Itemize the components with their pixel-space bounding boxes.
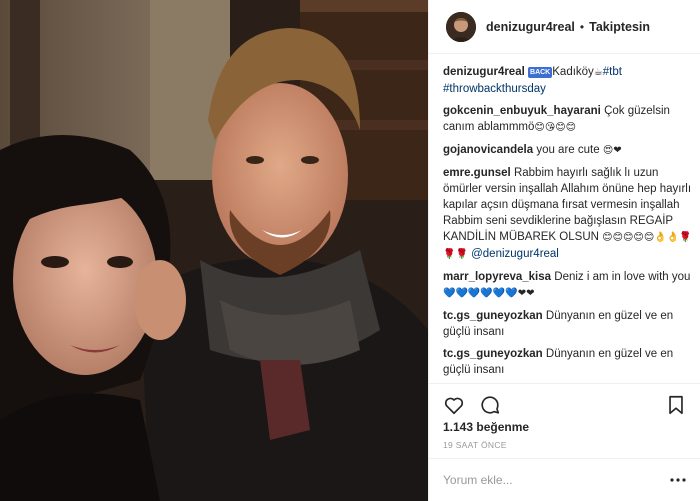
caption-hashtag-throwback[interactable]: #throwbackthursday <box>443 83 546 95</box>
header-separator: • <box>579 19 585 34</box>
avatar[interactable] <box>446 11 476 42</box>
comment-bubble-icon[interactable] <box>479 394 501 416</box>
header-username[interactable]: denizugur4real <box>486 20 575 34</box>
caption-hashtag-tbt[interactable]: #tbt <box>603 66 622 78</box>
coffee-icon: ☕ <box>593 67 603 78</box>
comment-username[interactable]: emre.gunsel <box>443 167 511 179</box>
comment-mention[interactable]: @denizugur4real <box>471 248 559 260</box>
caption: denizugur4real BACK Kadıköy☕#tbt #throwba… <box>443 64 693 97</box>
post-sidebar: denizugur4real • Takiptesin denizugur4re… <box>428 0 700 501</box>
heart-icon[interactable] <box>443 394 465 416</box>
ellipsis-icon[interactable] <box>669 471 687 489</box>
list-item: emre.gunsel Rabbim hayırlı sağlık lı uzu… <box>443 165 693 263</box>
list-item: marr_lopyreva_kisa Deniz i am in love wi… <box>443 269 693 302</box>
caption-location: Kadıköy <box>552 66 594 78</box>
comment-text: Deniz i am in love with you <box>554 271 691 283</box>
post-photo[interactable] <box>0 0 428 501</box>
comment-username[interactable]: tc.gs_guneyozkan <box>443 310 543 322</box>
add-comment-bar <box>429 458 700 501</box>
comments-list[interactable]: denizugur4real BACK Kadıköy☕#tbt #throwba… <box>443 64 693 382</box>
caption-username[interactable]: denizugur4real <box>443 66 525 78</box>
list-item: gokcenin_enbuyuk_hayarani Çok güzelsin c… <box>443 103 693 136</box>
comment-username[interactable]: gojanovicandela <box>443 144 533 156</box>
selfie-photo-illustration <box>0 0 428 501</box>
comment-input[interactable] <box>443 473 669 487</box>
post-header: denizugur4real • Takiptesin <box>429 0 700 54</box>
bookmark-icon[interactable] <box>665 394 687 416</box>
comment-username[interactable]: marr_lopyreva_kisa <box>443 271 551 283</box>
comment-text: you are cute <box>536 144 600 156</box>
comment-username[interactable]: gokcenin_enbuyuk_hayarani <box>443 105 601 117</box>
avatar-image <box>446 11 476 42</box>
list-item: tc.gs_guneyozkan Dünyanın en güzel ve en… <box>443 308 693 340</box>
post-timestamp[interactable]: 19 SAAT ÖNCE <box>443 440 507 450</box>
comment-emoji: 😍❤ <box>602 145 622 156</box>
list-item: gojanovicandela you are cute 😍❤ <box>443 142 693 159</box>
follow-status-button[interactable]: Takiptesin <box>589 20 650 34</box>
comment-username[interactable]: tc.gs_guneyozkan <box>443 348 543 360</box>
comment-emoji: 💙💙💙💙💙💙❤❤ <box>443 288 535 299</box>
list-item: tc.gs_guneyozkan Dünyanın en güzel ve en… <box>443 346 693 378</box>
like-count[interactable]: 1.143 beğenme <box>443 420 529 434</box>
back-badge: BACK <box>528 67 553 78</box>
post-actions <box>429 383 700 425</box>
comment-emoji: 😊😘😊😊 <box>534 122 577 133</box>
